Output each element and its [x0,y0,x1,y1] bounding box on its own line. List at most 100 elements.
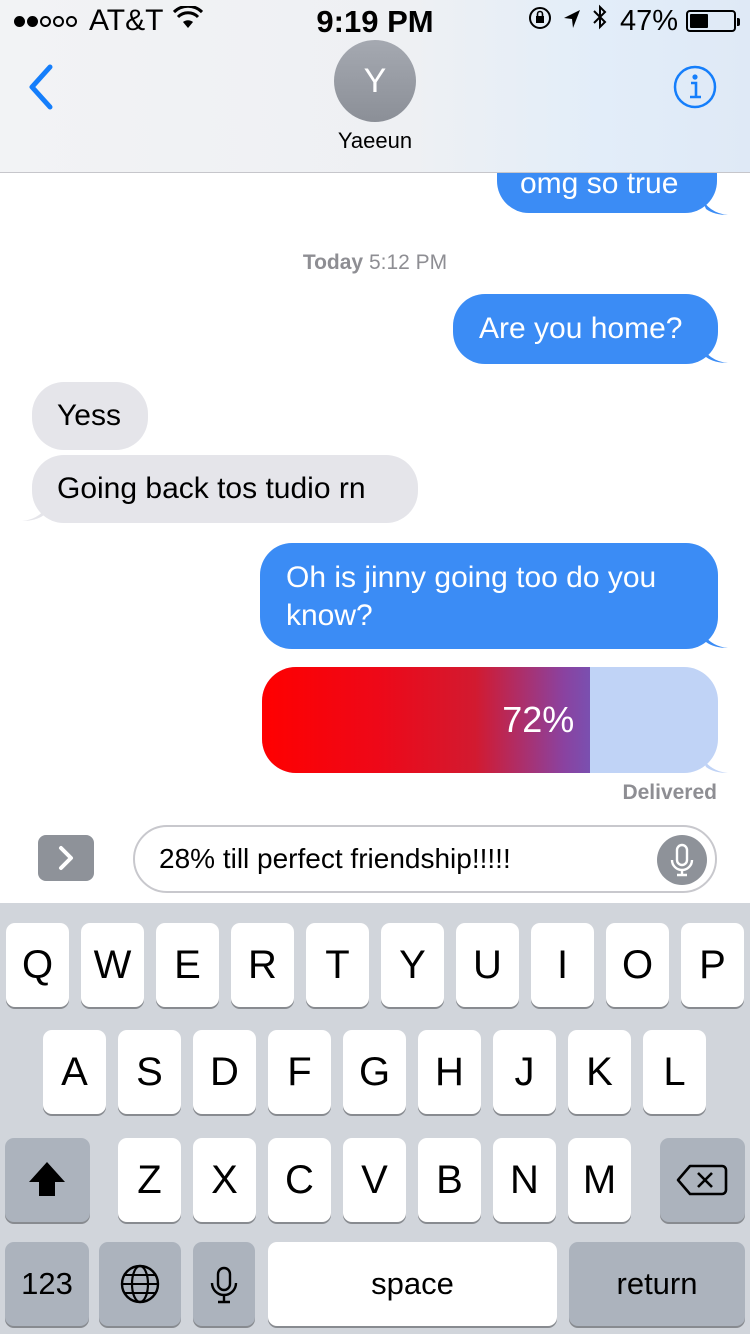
key-r[interactable]: R [231,923,294,1007]
key-label: S [136,1050,163,1094]
message-text: Are you home? [479,312,683,345]
numbers-key[interactable]: 123 [5,1242,89,1326]
return-key[interactable]: return [569,1242,745,1326]
globe-icon [120,1264,160,1304]
key-v[interactable]: V [343,1138,406,1222]
progress-label: 72% [502,699,575,740]
key-i[interactable]: I [531,923,594,1007]
bluetooth-icon [592,4,608,38]
message-text: omg so true [520,173,679,200]
conversation-header: AT&T 9:19 PM 47% Y Yaeeun [0,0,750,173]
key-label: T [325,943,350,987]
dictation-key[interactable] [193,1242,255,1326]
key-z[interactable]: Z [118,1138,181,1222]
sent-message-bubble[interactable]: Oh is jinny going too do you know? [260,543,718,649]
key-label: K [586,1050,613,1094]
key-y[interactable]: Y [381,923,444,1007]
key-label: R [248,943,277,987]
key-e[interactable]: E [156,923,219,1007]
key-s[interactable]: S [118,1030,181,1114]
dictation-button[interactable] [657,835,707,885]
battery-level [690,14,708,28]
message-text-field[interactable]: 28% till perfect friendship!!!!! [133,825,717,893]
timestamp-day: Today [302,251,364,274]
key-label: C [285,1158,314,1202]
key-label: L [663,1050,686,1094]
battery-percentage: 47% [619,4,678,37]
key-label: B [436,1158,463,1202]
key-label: D [210,1050,239,1094]
sent-message-bubble[interactable]: Are you home? [453,294,718,364]
key-label: V [361,1158,388,1202]
message-text: Yess [57,399,121,432]
key-label: P [699,943,726,987]
key-label: G [358,1050,391,1094]
orientation-lock-icon [528,4,552,38]
shift-icon [29,1162,65,1196]
message-text: Going back tos tudio rn [57,472,366,505]
key-p[interactable]: P [681,923,744,1007]
key-t[interactable]: T [306,923,369,1007]
key-label: M [582,1158,617,1202]
delete-key[interactable] [660,1138,745,1222]
microphone-icon [210,1266,238,1304]
key-a[interactable]: A [43,1030,106,1114]
message-thread[interactable]: omg so true Today 5:12 PM Are you home? … [0,173,750,813]
status-bar: AT&T 9:19 PM 47% [0,0,750,40]
key-label: I [556,943,569,987]
key-g[interactable]: G [343,1030,406,1114]
chevron-left-icon [29,64,53,110]
app-drawer-button[interactable] [38,835,94,881]
chevron-right-icon [59,846,73,870]
info-button[interactable] [672,64,718,110]
key-m[interactable]: M [568,1138,631,1222]
backspace-icon [676,1164,728,1196]
key-label: Y [399,943,426,987]
bubble-tail [700,628,728,648]
key-x[interactable]: X [193,1138,256,1222]
key-b[interactable]: B [418,1138,481,1222]
key-label: Z [137,1158,162,1202]
status-right: 47% [518,4,740,38]
key-u[interactable]: U [456,923,519,1007]
key-label: F [287,1050,312,1094]
timestamp-time: 5:12 PM [368,251,448,274]
progress-image-message[interactable]: 72% [262,667,718,773]
key-f[interactable]: F [268,1030,331,1114]
return-key-label: return [616,1266,698,1301]
key-w[interactable]: W [81,923,144,1007]
battery-tip [737,18,740,26]
key-q[interactable]: Q [6,923,69,1007]
battery-icon [686,10,740,32]
key-j[interactable]: J [493,1030,556,1114]
space-key[interactable]: space [268,1242,557,1326]
key-label: X [211,1158,238,1202]
key-label: O [621,943,654,987]
message-input-bar: 28% till perfect friendship!!!!! [0,815,750,903]
key-l[interactable]: L [643,1030,706,1114]
globe-key[interactable] [99,1242,181,1326]
key-k[interactable]: K [568,1030,631,1114]
conversation-timestamp: Today 5:12 PM [0,251,750,275]
contact-avatar[interactable]: Y [334,40,416,122]
key-label: J [514,1050,535,1094]
key-d[interactable]: D [193,1030,256,1114]
received-message-bubble[interactable]: Yess [32,382,148,450]
key-label: W [93,943,132,987]
key-c[interactable]: C [268,1138,331,1222]
numbers-key-label: 123 [21,1266,73,1301]
key-h[interactable]: H [418,1030,481,1114]
key-label: Q [21,943,54,987]
progress-fill: 72% [262,667,591,773]
back-button[interactable] [22,62,62,112]
key-label: N [510,1158,539,1202]
key-n[interactable]: N [493,1138,556,1222]
sent-message-bubble[interactable]: omg so true [497,173,717,213]
microphone-icon [670,843,694,877]
shift-key[interactable] [5,1138,90,1222]
received-message-bubble[interactable]: Going back tos tudio rn [32,455,418,523]
key-o[interactable]: O [606,923,669,1007]
delivery-status: Delivered [622,781,717,804]
key-label: H [435,1050,464,1094]
contact-name[interactable]: Yaeeun [0,128,750,154]
